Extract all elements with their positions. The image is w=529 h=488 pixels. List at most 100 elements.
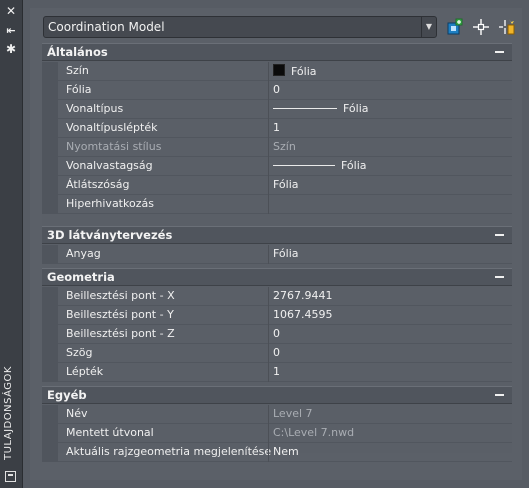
property-row[interactable]: Vonalvastagság Fólia (42, 157, 512, 176)
row-gutter (42, 424, 58, 443)
row-gutter (42, 62, 58, 81)
object-type-value: Coordination Model (48, 20, 165, 34)
property-value[interactable]: Nem (273, 445, 299, 458)
property-row[interactable]: Beillesztési pont - Z 0 (42, 325, 512, 344)
toolbar: Coordination Model ▼ (30, 8, 522, 42)
linetype-sample-icon (273, 108, 337, 109)
column-divider (268, 424, 269, 443)
column-divider (268, 119, 269, 138)
palette-title: TULAJDONSÁGOK (3, 366, 14, 460)
quick-select-icon[interactable] (498, 18, 516, 36)
property-value[interactable]: 1067.4595 (273, 308, 333, 321)
row-gutter (42, 245, 58, 264)
toggle-pickadd-icon[interactable] (446, 18, 464, 36)
property-value[interactable]: 1 (273, 121, 280, 134)
property-value[interactable]: Fólia (273, 64, 317, 78)
row-gutter (42, 176, 58, 195)
property-row[interactable]: Fólia 0 (42, 81, 512, 100)
row-gutter (42, 195, 58, 214)
property-value[interactable]: Fólia (273, 178, 299, 191)
property-row[interactable]: Név Level 7 (42, 405, 512, 424)
palette-titlebar[interactable]: ✕ ⇤ ✱ TULAJDONSÁGOK (0, 0, 23, 488)
property-row[interactable]: Vonaltípus Fólia (42, 100, 512, 119)
property-row[interactable]: Lépték 1 (42, 363, 512, 382)
collapse-icon[interactable] (495, 51, 504, 53)
palette-content: Coordination Model ▼ Általános Szín Fóli… (30, 8, 522, 480)
column-divider (268, 100, 269, 119)
property-row[interactable]: Nyomtatási stílus Szín (42, 138, 512, 157)
column-divider (268, 138, 269, 157)
property-value[interactable]: Fólia (273, 247, 299, 260)
property-value: Level 7 (273, 407, 313, 420)
lineweight-sample-icon (273, 165, 335, 166)
palette-footer-icon[interactable] (5, 471, 16, 482)
property-row[interactable]: Beillesztési pont - X 2767.9441 (42, 287, 512, 306)
column-divider (268, 325, 269, 344)
color-swatch-icon (273, 64, 285, 76)
close-icon[interactable]: ✕ (4, 4, 18, 18)
row-gutter (42, 119, 58, 138)
column-divider (268, 306, 269, 325)
collapse-icon[interactable] (495, 234, 504, 236)
column-divider (268, 363, 269, 382)
category-title: Egyéb (47, 388, 87, 402)
row-gutter (42, 138, 58, 157)
property-row[interactable]: Szín Fólia (42, 62, 512, 81)
property-name: Mentett útvonal (66, 426, 154, 439)
property-name: Beillesztési pont - Z (66, 327, 175, 340)
row-gutter (42, 157, 58, 176)
category-geometria[interactable]: Geometria (42, 268, 512, 286)
chevron-down-icon[interactable]: ▼ (421, 17, 436, 37)
property-name: Szín (66, 64, 89, 77)
column-divider (268, 157, 269, 176)
property-value[interactable]: 0 (273, 327, 280, 340)
row-gutter (42, 100, 58, 119)
property-value[interactable]: 2767.9441 (273, 289, 333, 302)
column-divider (268, 195, 269, 214)
row-gutter (42, 443, 58, 462)
properties-palette: ✕ ⇤ ✱ TULAJDONSÁGOK Coordination Model ▼ (0, 0, 529, 488)
property-name: Szög (66, 346, 93, 359)
property-name: Aktuális rajzgeometria megjelenítése (66, 445, 272, 458)
property-row[interactable]: Anyag Fólia (42, 245, 512, 264)
column-divider (268, 176, 269, 195)
property-value[interactable]: 1 (273, 365, 280, 378)
property-row[interactable]: Hiperhivatkozás (42, 195, 512, 214)
property-grid: Általános Szín Fólia Fólia 0 Vonaltípus … (42, 43, 512, 462)
column-divider (268, 287, 269, 306)
property-row[interactable]: Átlátszóság Fólia (42, 176, 512, 195)
property-row[interactable]: Aktuális rajzgeometria megjelenítése Nem (42, 443, 512, 462)
select-objects-icon[interactable] (472, 18, 490, 36)
lineweight-value-text: Fólia (341, 159, 367, 172)
category-altalanos[interactable]: Általános (42, 43, 512, 61)
property-name: Hiperhivatkozás (66, 197, 154, 210)
category-egyeb[interactable]: Egyéb (42, 386, 512, 404)
category-3d-latvanytervezes[interactable]: 3D látványtervezés (42, 226, 512, 244)
autohide-icon[interactable]: ⇤ (4, 24, 18, 38)
row-gutter (42, 306, 58, 325)
property-row[interactable]: Mentett útvonal C:\Level 7.nwd (42, 424, 512, 443)
property-name: Vonaltípus (66, 102, 124, 115)
column-divider (268, 81, 269, 100)
row-gutter (42, 363, 58, 382)
property-row[interactable]: Vonaltípuslépték 1 (42, 119, 512, 138)
row-gutter (42, 405, 58, 424)
property-row[interactable]: Beillesztési pont - Y 1067.4595 (42, 306, 512, 325)
collapse-icon[interactable] (495, 276, 504, 278)
row-gutter (42, 287, 58, 306)
property-value[interactable]: Fólia (273, 102, 369, 115)
property-row[interactable]: Szög 0 (42, 344, 512, 363)
property-name: Lépték (66, 365, 104, 378)
object-type-dropdown[interactable]: Coordination Model ▼ (43, 16, 437, 38)
property-value[interactable]: Fólia (273, 159, 367, 172)
settings-icon[interactable]: ✱ (4, 42, 18, 56)
category-title: Általános (47, 45, 108, 59)
property-name: Vonaltípuslépték (66, 121, 158, 134)
property-value: Szín (273, 140, 296, 153)
row-gutter (42, 325, 58, 344)
row-gutter (42, 344, 58, 363)
property-name: Anyag (66, 247, 101, 260)
property-value[interactable]: 0 (273, 83, 280, 96)
property-value[interactable]: 0 (273, 346, 280, 359)
collapse-icon[interactable] (495, 394, 504, 396)
